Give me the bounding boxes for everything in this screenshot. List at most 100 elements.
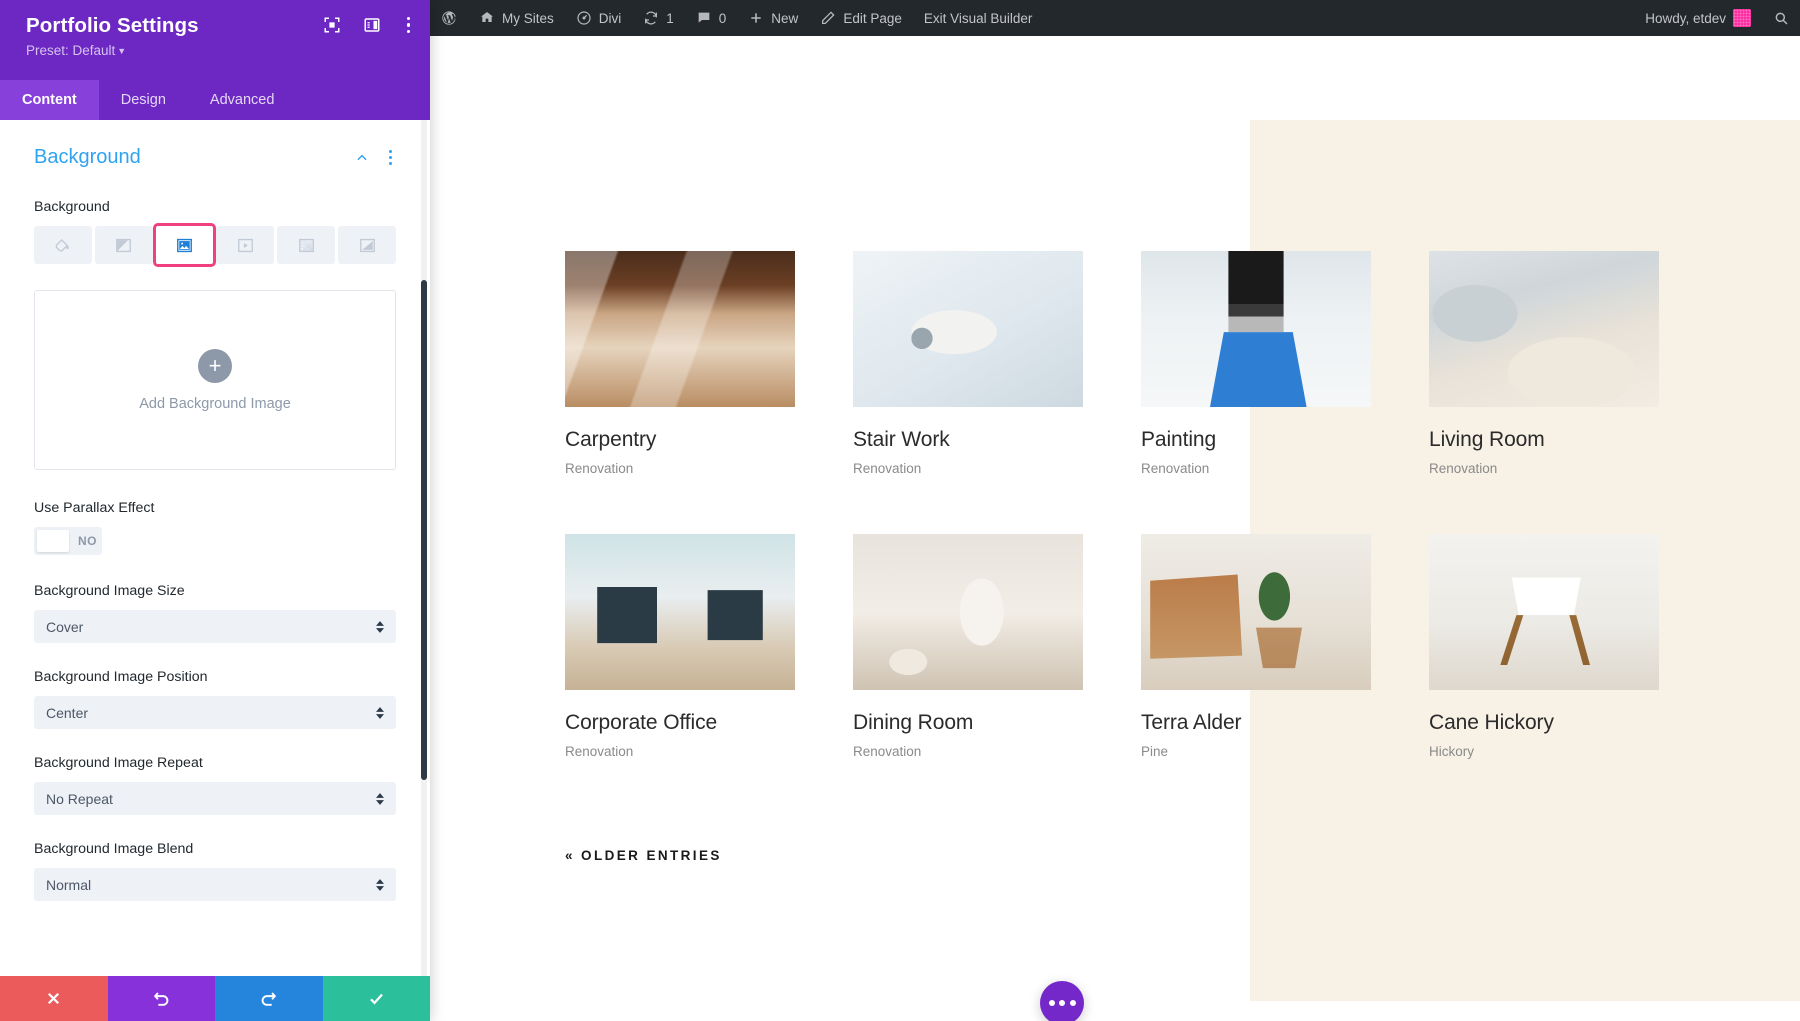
portfolio-item[interactable]: Stair Work Renovation [853,251,1083,476]
panel-preset-label: Preset: Default [26,43,116,58]
portfolio-category[interactable]: Renovation [1429,461,1659,476]
panel-preset-selector[interactable]: Preset: Default ▼ [26,43,410,58]
portfolio-thumbnail-terra-alder[interactable] [1141,534,1371,690]
portfolio-item[interactable]: Dining Room Renovation [853,534,1083,759]
portfolio-item[interactable]: Living Room Renovation [1429,251,1659,476]
background-type-image[interactable] [152,223,217,267]
wordpress-logo-icon [442,11,456,25]
portfolio-title[interactable]: Corporate Office [565,711,795,735]
adminbar-item-edit-page[interactable]: Edit Page [809,0,913,36]
tab-content[interactable]: Content [0,80,99,120]
background-type-color[interactable] [34,226,92,264]
parallax-toggle[interactable]: NO [34,527,102,555]
portfolio-category[interactable]: Renovation [565,461,795,476]
close-icon [48,992,60,1005]
portfolio-item[interactable]: Cane Hickory Hickory [1429,534,1659,759]
portfolio-title[interactable]: Terra Alder [1141,711,1371,735]
adminbar-label-comments: 0 [718,10,727,26]
more-vertical-icon[interactable] [403,17,414,33]
spinner-icon [376,878,384,891]
add-background-image-label: Add Background Image [139,395,291,412]
portfolio-item[interactable]: Carpentry Renovation [565,251,795,476]
portfolio-item[interactable]: Terra Alder Pine [1141,534,1371,759]
select-background-image-blend[interactable]: Normal [34,868,396,901]
background-type-mask[interactable] [338,226,396,264]
fullscreen-icon[interactable] [323,16,341,34]
value-background-image-repeat: No Repeat [46,790,113,807]
select-background-image-repeat[interactable]: No Repeat [34,782,396,815]
adminbar-item-my-sites[interactable]: My Sites [468,0,565,36]
save-button[interactable] [322,976,430,1021]
pencil-icon [822,11,835,24]
portfolio-title[interactable]: Stair Work [853,428,1083,452]
adminbar-item-divi[interactable]: Divi [565,0,633,36]
portfolio-thumbnail-stair-work[interactable] [853,251,1083,407]
portfolio-title[interactable]: Dining Room [853,711,1083,735]
plus-icon: + [198,348,232,383]
adminbar-item-comments[interactable]: 0 [685,0,738,36]
add-background-image-dropzone[interactable]: + Add Background Image [34,290,396,470]
portfolio-category[interactable]: Hickory [1429,744,1659,759]
panel-body: Background Background + Add Background I… [0,120,430,976]
divi-icon [577,11,591,25]
older-entries-link[interactable]: « OLDER ENTRIES [565,848,722,863]
adminbar-item-account[interactable]: Howdy, etdev [1634,0,1762,36]
background-type-pattern[interactable] [277,226,336,264]
chevron-up-icon[interactable] [355,151,369,165]
more-horizontal-icon [1069,1000,1076,1006]
wp-logo-button[interactable] [430,0,468,36]
more-vertical-icon[interactable] [385,149,396,166]
portfolio-title[interactable]: Carpentry [565,428,795,452]
portfolio-title[interactable]: Painting [1141,428,1371,452]
adminbar-item-search[interactable] [1762,0,1800,36]
portfolio-thumbnail-dining-room[interactable] [853,534,1083,690]
panel-action-bar [0,976,430,1021]
mask-icon [359,238,375,252]
background-type-gradient[interactable] [94,226,153,264]
portfolio-category[interactable]: Renovation [853,744,1083,759]
portfolio-thumbnail-corporate-office[interactable] [565,534,795,690]
panel-layout-icon[interactable] [363,16,381,34]
portfolio-settings-panel: Portfolio Settings Preset: Default ▼ Cont… [0,0,430,1021]
avatar [1733,9,1751,27]
select-background-image-position[interactable]: Center [34,696,396,729]
plus-icon [751,13,761,23]
tab-advanced[interactable]: Advanced [188,80,297,120]
panel-scrollbar-thumb[interactable] [421,280,427,780]
select-background-image-size[interactable]: Cover [34,610,396,643]
adminbar-item-exit-visual-builder[interactable]: Exit Visual Builder [913,0,1044,36]
value-background-image-blend: Normal [46,876,92,893]
portfolio-title[interactable]: Cane Hickory [1429,711,1659,735]
parallax-label: Use Parallax Effect [34,500,155,516]
section-title[interactable]: Background [34,146,141,169]
portfolio-item[interactable]: Corporate Office Renovation [565,534,795,759]
background-type-video[interactable] [216,226,275,264]
paint-bucket-icon [56,238,70,252]
spinner-icon [376,620,384,633]
portfolio-thumbnail-living-room[interactable] [1429,251,1659,407]
adminbar-item-new[interactable]: New [737,0,809,36]
parallax-toggle-value: NO [78,534,97,548]
field-background-image-blend: Background Image Blend Normal [34,841,396,901]
chevron-down-icon: ▼ [117,46,127,56]
portfolio-category[interactable]: Renovation [853,461,1083,476]
undo-button[interactable] [107,976,215,1021]
portfolio-item[interactable]: Painting Renovation [1141,251,1371,476]
value-background-image-position: Center [46,704,89,721]
portfolio-thumbnail-cane-hickory[interactable] [1429,534,1659,690]
portfolio-title[interactable]: Living Room [1429,428,1659,452]
portfolio-category[interactable]: Renovation [1141,461,1371,476]
redo-button[interactable] [215,976,323,1021]
portfolio-thumbnail-carpentry[interactable] [565,251,795,407]
portfolio-category[interactable]: Pine [1141,744,1371,759]
adminbar-item-updates[interactable]: 1 [632,0,685,36]
portfolio-category[interactable]: Renovation [565,744,795,759]
portfolio-thumbnail-painting[interactable] [1141,251,1371,407]
section-header-controls [355,149,396,166]
undo-icon [153,992,169,1006]
panel-header-icons [323,16,414,34]
cancel-button[interactable] [0,976,108,1021]
panel-header: Portfolio Settings Preset: Default ▼ [0,0,430,80]
tab-design[interactable]: Design [99,80,188,120]
divi-menu-fab[interactable] [1040,981,1084,1021]
